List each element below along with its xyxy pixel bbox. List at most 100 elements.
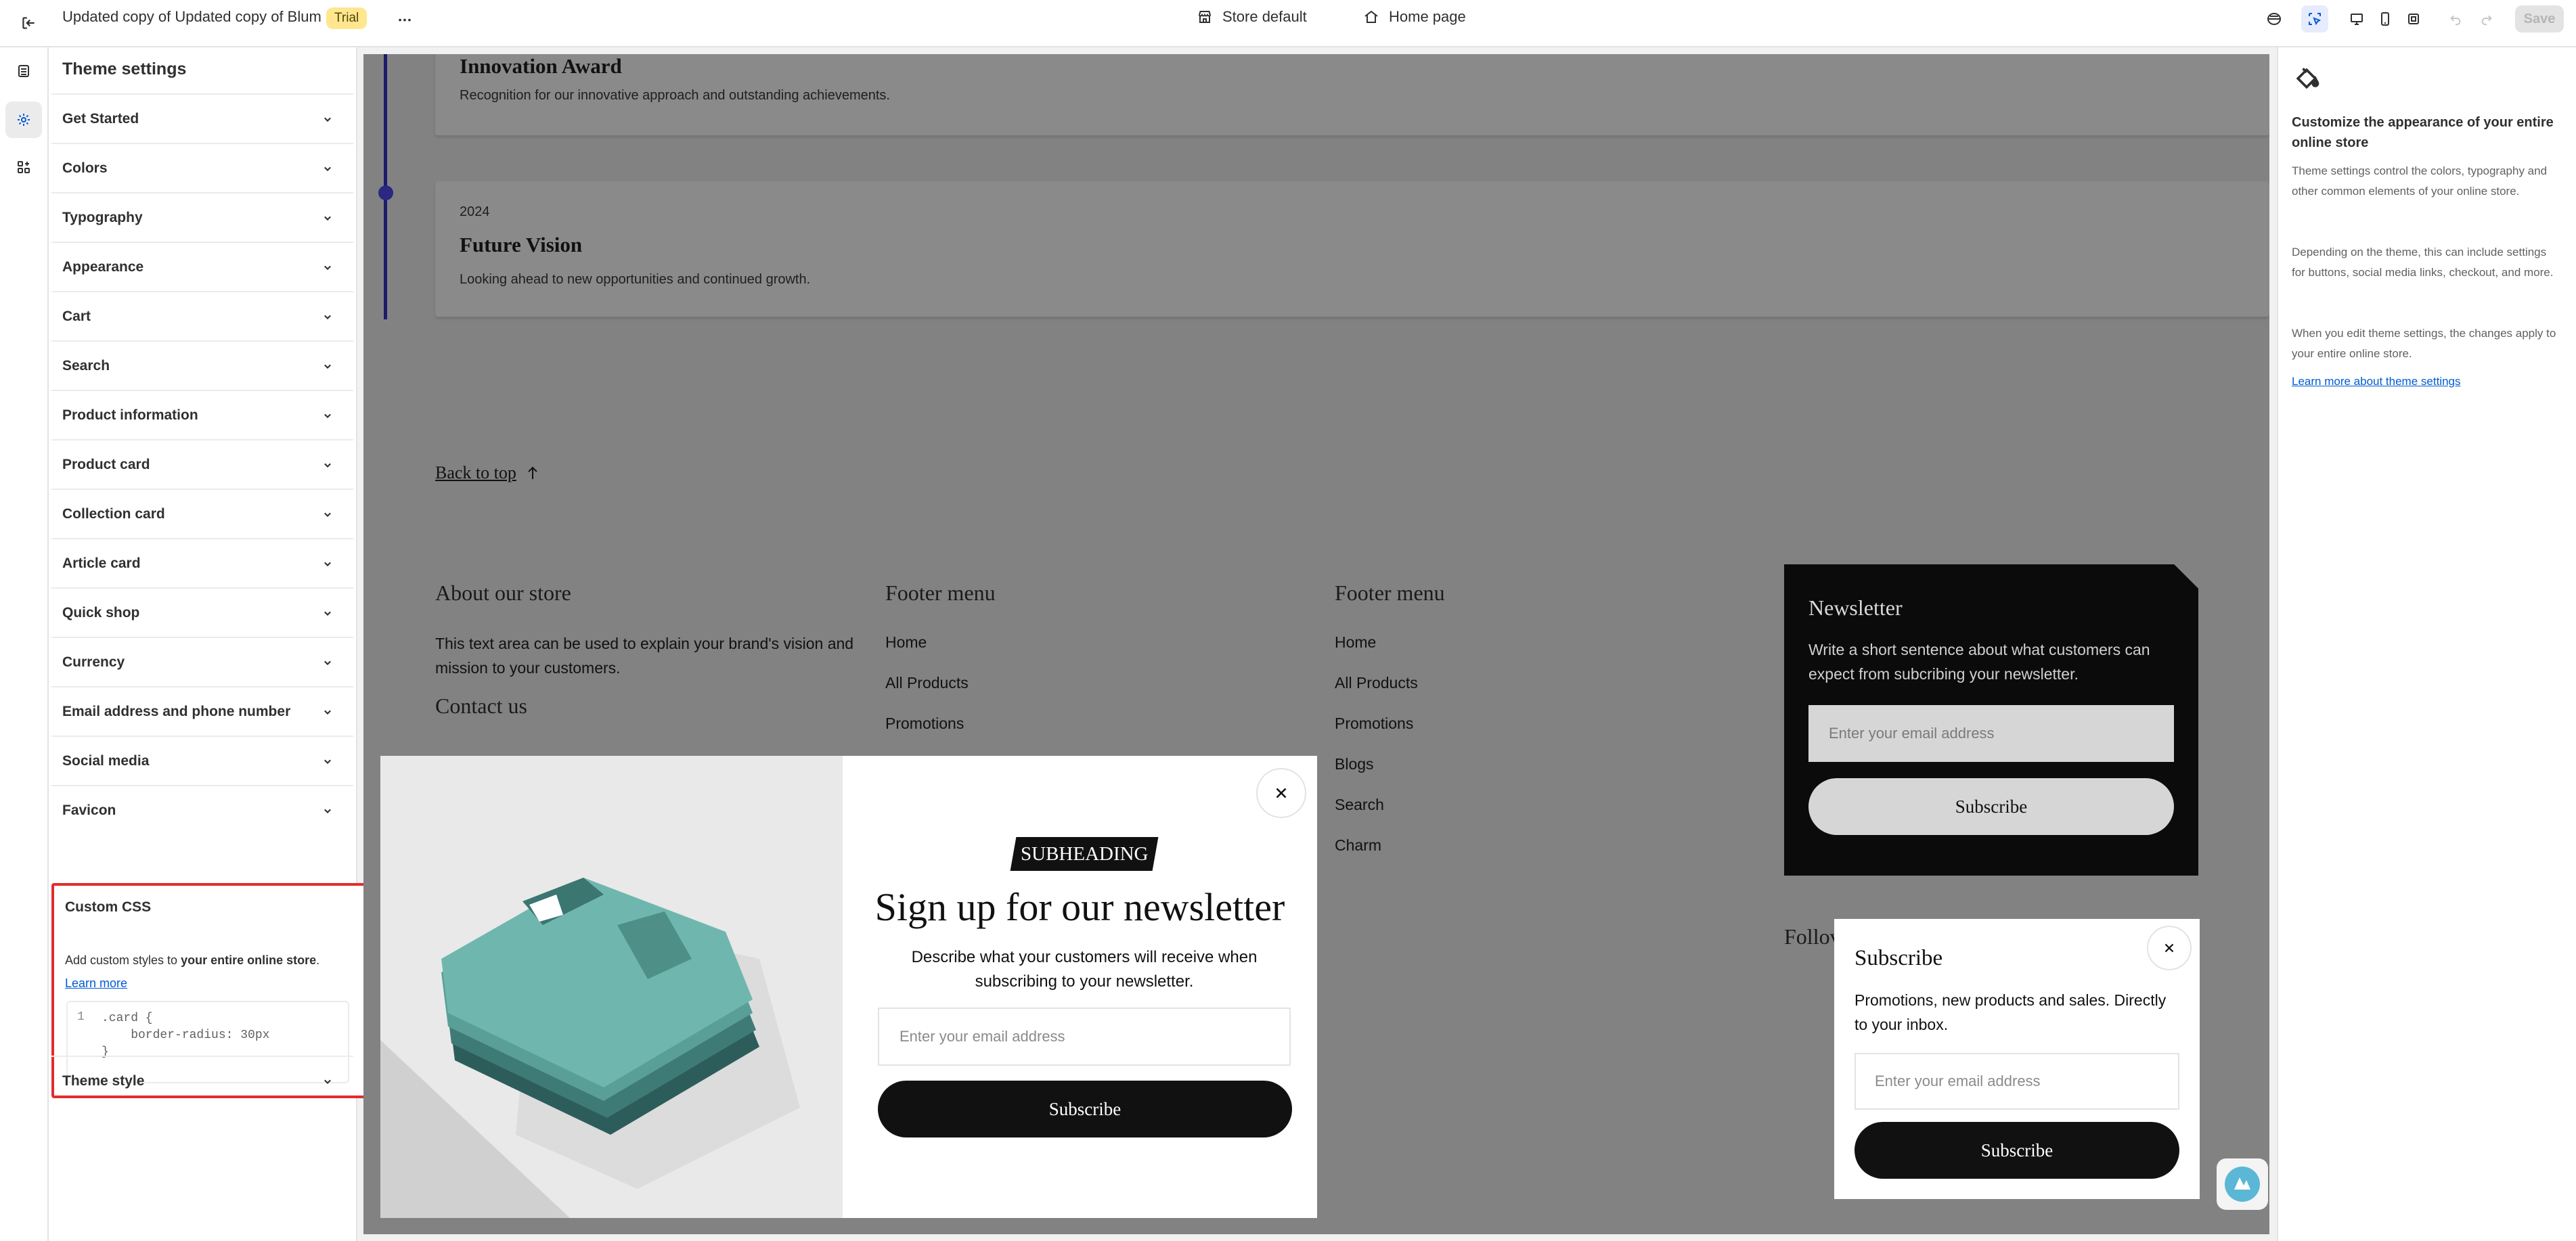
- timeline-dot: [378, 185, 393, 200]
- sidebar-item-label: Currency: [62, 654, 125, 670]
- newsletter-email-input[interactable]: Enter your email address: [1808, 705, 2174, 762]
- footer-link-promotions[interactable]: Promotions: [885, 715, 964, 733]
- popup-subheading: SUBHEADING: [1010, 837, 1159, 871]
- custom-css-label[interactable]: Custom CSS: [65, 899, 151, 916]
- chevron-down-icon: [319, 803, 336, 819]
- mini-popup-email-input[interactable]: Enter your email address: [1855, 1053, 2179, 1110]
- store-selector-label: Store default: [1222, 8, 1307, 25]
- chevron-down-icon: [319, 605, 336, 621]
- sidebar-item-label: Favicon: [62, 803, 116, 818]
- save-button[interactable]: Save: [2515, 5, 2564, 32]
- footer-link-promotions[interactable]: Promotions: [1335, 715, 1413, 733]
- desktop-view-icon[interactable]: [2343, 5, 2370, 32]
- sidebar-item-article-card[interactable]: Article card: [51, 538, 353, 588]
- sidebar-item-get-started[interactable]: Get Started: [51, 93, 353, 143]
- database-icon[interactable]: [2261, 5, 2288, 32]
- sidebar-item-label: Colors: [62, 160, 108, 176]
- contact-us-title: Contact us: [435, 694, 527, 718]
- paint-bucket-icon: [2292, 64, 2322, 97]
- more-actions-button[interactable]: •••: [394, 7, 417, 30]
- more-icon: •••: [398, 14, 413, 25]
- timeline-text: Recognition for our innovative approach …: [460, 88, 890, 103]
- learn-more-link[interactable]: Learn more: [65, 976, 127, 991]
- chevron-down-icon: [319, 358, 336, 374]
- chevron-down-icon: [319, 506, 336, 522]
- sidebar-item-email-address-and-phone-number[interactable]: Email address and phone number: [51, 686, 353, 736]
- sidebar-item-colors[interactable]: Colors: [51, 143, 353, 193]
- sidebar-item-label: Article card: [62, 556, 141, 571]
- footer-link-search[interactable]: Search: [1335, 796, 1384, 814]
- exit-icon[interactable]: [15, 9, 42, 37]
- sidebar-item-product-card[interactable]: Product card: [51, 439, 353, 489]
- info-paragraph: When you edit theme settings, the change…: [2292, 327, 2556, 360]
- sidebar-item-label: Cart: [62, 309, 91, 324]
- follow-heading: Follov: [1784, 924, 1841, 949]
- footer-menu-title: Footer menu: [1335, 581, 1445, 605]
- info-paragraph: Theme settings control the colors, typog…: [2292, 164, 2548, 198]
- chevron-down-icon: [319, 753, 336, 769]
- chevron-down-icon: [319, 654, 336, 671]
- chevron-down-icon: [319, 457, 336, 473]
- undo-icon[interactable]: [2442, 5, 2469, 32]
- sidebar-item-theme-style[interactable]: Theme style: [51, 1056, 353, 1106]
- chevron-down-icon: [319, 704, 336, 720]
- inspector-icon[interactable]: [2301, 5, 2328, 32]
- info-paragraph: Depending on the theme, this can include…: [2292, 246, 2554, 279]
- sidebar-item-label: Quick shop: [62, 605, 140, 620]
- custom-css-description: Add custom styles to your entire online …: [65, 953, 320, 967]
- chevron-down-icon: [319, 259, 336, 275]
- folded-shirts-image: [380, 756, 843, 1218]
- popup-email-input[interactable]: Enter your email address: [878, 1008, 1291, 1066]
- sidebar-item-appearance[interactable]: Appearance: [51, 242, 353, 292]
- chevron-down-icon: [319, 1073, 336, 1089]
- sidebar-item-collection-card[interactable]: Collection card: [51, 489, 353, 539]
- footer-link-charm[interactable]: Charm: [1335, 836, 1381, 855]
- mobile-view-icon[interactable]: [2372, 5, 2399, 32]
- sidebar-item-typography[interactable]: Typography: [51, 192, 353, 242]
- sidebar-item-cart[interactable]: Cart: [51, 291, 353, 341]
- editor-rail: [0, 47, 49, 1241]
- subscribe-popup: Subscribe Promotions, new products and s…: [1834, 919, 2200, 1199]
- sidebar-item-currency[interactable]: Currency: [51, 637, 353, 687]
- sections-icon[interactable]: [5, 53, 42, 89]
- back-to-top-link[interactable]: Back to top: [435, 463, 539, 483]
- fullscreen-icon[interactable]: [2400, 5, 2427, 32]
- learn-more-theme-settings-link[interactable]: Learn more about theme settings: [2292, 375, 2460, 388]
- sidebar-item-quick-shop[interactable]: Quick shop: [51, 587, 353, 637]
- mini-popup-close-button[interactable]: [2147, 926, 2192, 970]
- back-to-top-label: Back to top: [435, 463, 516, 482]
- apps-icon[interactable]: [5, 149, 42, 185]
- footer-menu-1: Footer menu: [885, 581, 996, 606]
- newsletter-title: Newsletter: [1808, 595, 1903, 620]
- popup-description: Describe what your customers will receiv…: [911, 948, 1258, 991]
- chevron-down-icon: [319, 407, 336, 424]
- info-title: Customize the appearance of your entire …: [2292, 115, 2554, 150]
- store-selector[interactable]: Store default: [1197, 0, 1307, 34]
- top-bar: Updated copy of Updated copy of Blum Tri…: [0, 0, 2576, 47]
- footer-link-blogs[interactable]: Blogs: [1335, 755, 1374, 773]
- popup-close-button[interactable]: [1256, 768, 1306, 818]
- sidebar-item-label: Product information: [62, 407, 198, 423]
- mini-popup-subscribe-button[interactable]: Subscribe: [1855, 1122, 2179, 1179]
- newsletter-subscribe-button[interactable]: Subscribe: [1808, 778, 2174, 835]
- popup-subscribe-button[interactable]: Subscribe: [878, 1081, 1292, 1137]
- page-selector-label: Home page: [1389, 8, 1466, 25]
- sidebar-item-search[interactable]: Search: [51, 340, 353, 390]
- chat-widget-icon[interactable]: [2217, 1158, 2268, 1210]
- css-code[interactable]: .card { border-radius: 30px }: [102, 1010, 269, 1061]
- sidebar-item-label: Get Started: [62, 111, 139, 127]
- sidebar-item-label: Theme style: [62, 1073, 145, 1089]
- footer-link-home[interactable]: Home: [1335, 633, 1376, 652]
- sidebar-item-social-media[interactable]: Social media: [51, 736, 353, 786]
- footer-link-all-products[interactable]: All Products: [885, 674, 969, 692]
- page-selector[interactable]: Home page: [1363, 0, 1466, 34]
- footer-link-home[interactable]: Home: [885, 633, 927, 652]
- redo-icon[interactable]: [2473, 5, 2500, 32]
- footer-about-title: About our store: [435, 581, 571, 605]
- footer-link-all-products[interactable]: All Products: [1335, 674, 1418, 692]
- theme-title: Updated copy of Updated copy of Blum: [62, 8, 321, 25]
- sidebar-item-favicon[interactable]: Favicon: [51, 785, 353, 835]
- theme-settings-icon[interactable]: [5, 101, 42, 138]
- chevron-down-icon: [319, 556, 336, 572]
- sidebar-item-product-information[interactable]: Product information: [51, 390, 353, 440]
